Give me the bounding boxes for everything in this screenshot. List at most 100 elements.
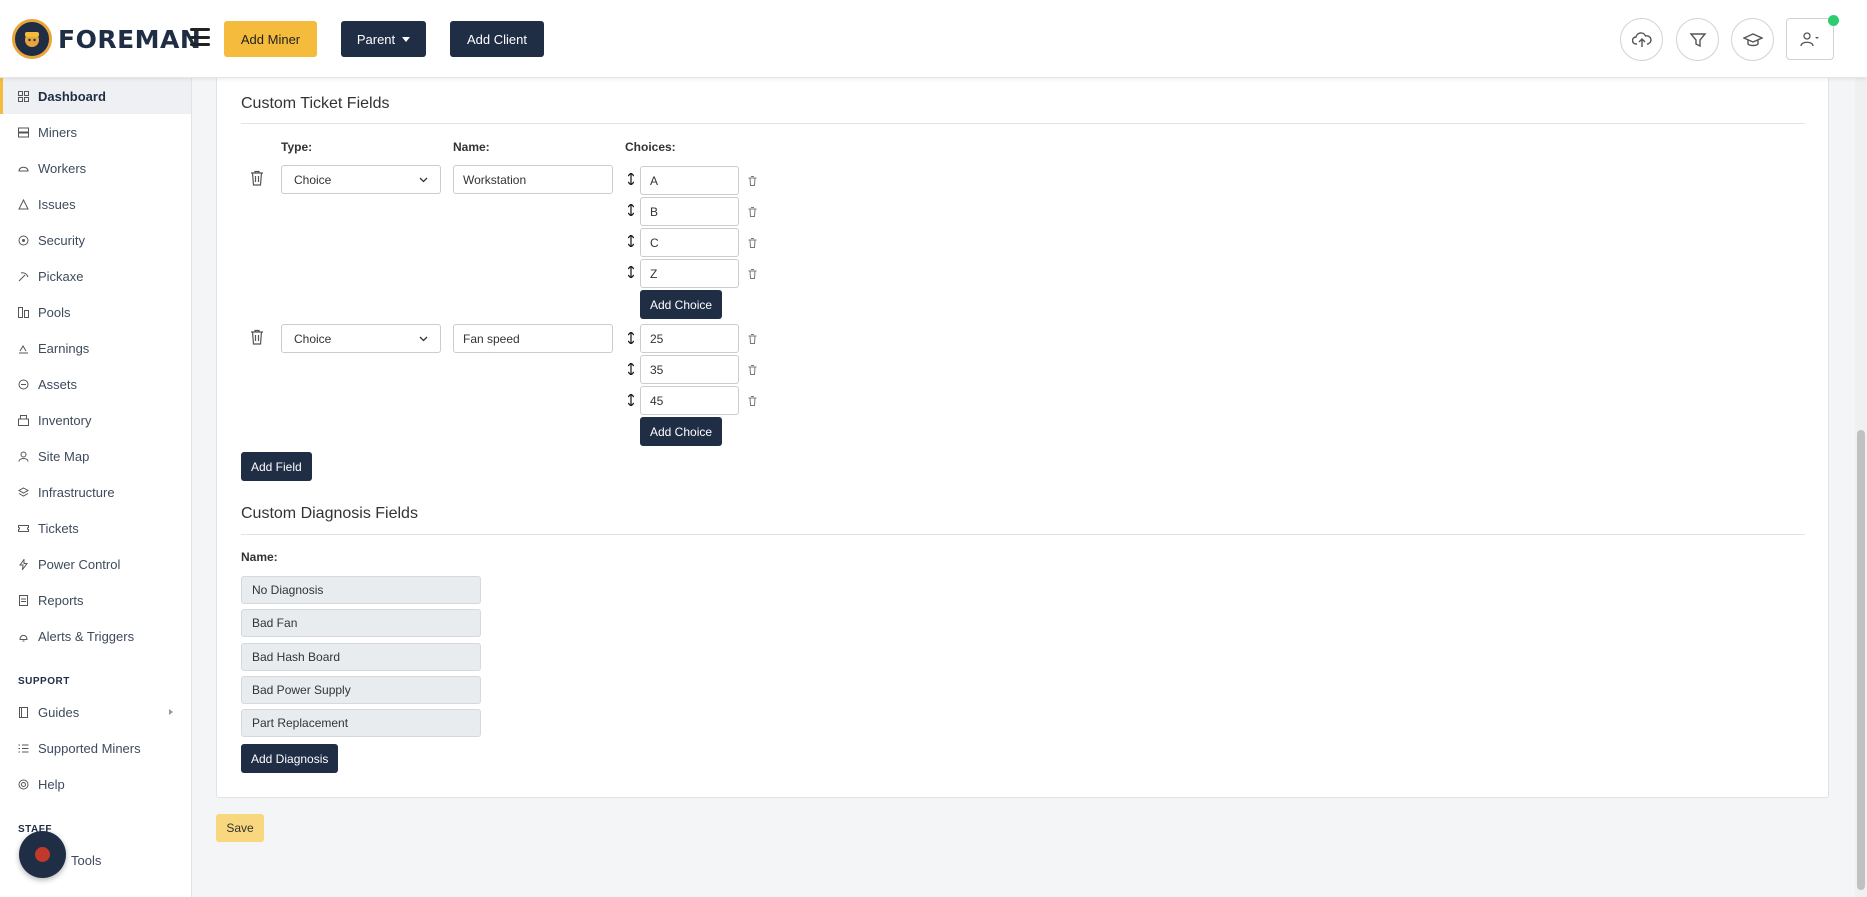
cloud-upload-icon xyxy=(1631,31,1652,47)
alert-icon xyxy=(18,631,38,642)
add-diagnosis-button[interactable]: Add Diagnosis xyxy=(241,744,339,773)
foreman-logo-icon xyxy=(12,19,52,59)
pools-icon xyxy=(18,306,38,318)
field-type-value: Choice xyxy=(294,172,332,187)
sidebar-item-guides[interactable]: Guides xyxy=(0,694,191,730)
drag-handle-icon[interactable] xyxy=(625,362,637,376)
diagnosis-input[interactable]: Bad Hash Board xyxy=(241,643,481,671)
delete-choice-trash-icon[interactable] xyxy=(746,206,758,218)
sidebar-item-label: Supported Miners xyxy=(38,740,141,756)
type-column-label: Type: xyxy=(281,140,313,154)
add-choice-button[interactable]: Add Choice xyxy=(640,417,723,446)
workers-icon xyxy=(18,163,38,174)
drag-handle-icon[interactable] xyxy=(625,393,637,407)
sidebar-item-miners[interactable]: Miners xyxy=(0,114,191,150)
delete-choice-trash-icon[interactable] xyxy=(746,268,758,280)
inventory-icon xyxy=(18,414,38,426)
sidebar-item-security[interactable]: Security xyxy=(0,222,191,258)
delete-choice-trash-icon[interactable] xyxy=(746,175,758,187)
divider xyxy=(241,534,1805,535)
save-button[interactable]: Save xyxy=(216,814,264,842)
drag-handle-icon[interactable] xyxy=(625,203,637,217)
sidebar-item-power-control[interactable]: Power Control xyxy=(0,546,191,582)
sidebar-item-label: Workers xyxy=(38,160,87,176)
parent-dropdown-button[interactable]: Parent xyxy=(341,21,426,57)
online-status-indicator xyxy=(1828,15,1839,26)
reports-icon xyxy=(18,594,38,606)
user-icon xyxy=(1800,32,1819,47)
sidebar-item-issues[interactable]: Issues xyxy=(0,186,191,222)
diagnosis-input[interactable]: Bad Fan xyxy=(241,609,481,637)
delete-choice-trash-icon[interactable] xyxy=(746,333,758,345)
field-name-input[interactable]: Workstation xyxy=(453,165,613,194)
add-choice-button[interactable]: Add Choice xyxy=(640,290,723,319)
add-client-button[interactable]: Add Client xyxy=(450,21,544,57)
sidebar-item-assets[interactable]: Assets xyxy=(0,366,191,402)
add-miner-button[interactable]: Add Miner xyxy=(224,21,317,57)
delete-choice-trash-icon[interactable] xyxy=(746,364,758,376)
sidebar-item-label: Earnings xyxy=(38,340,90,356)
choice-input[interactable]: 35 xyxy=(640,355,739,384)
divider xyxy=(241,123,1805,124)
sidebar-item-site-map[interactable]: Site Map xyxy=(0,438,191,474)
sidebar-item-earnings[interactable]: Earnings xyxy=(0,330,191,366)
sidebar-item-workers[interactable]: Workers xyxy=(0,150,191,186)
logo-text: FOREMAN xyxy=(58,24,202,54)
sidebar-item-label: Dashboard xyxy=(38,88,106,104)
chevron-right-icon xyxy=(169,709,173,715)
filter-button[interactable] xyxy=(1676,18,1719,61)
academy-button[interactable] xyxy=(1731,18,1774,61)
user-menu-button[interactable] xyxy=(1786,18,1834,60)
choice-input[interactable]: C xyxy=(640,228,739,257)
choice-input[interactable]: Z xyxy=(640,259,739,288)
sidebar-item-label: Inventory xyxy=(38,412,92,428)
sidebar-item-infrastructure[interactable]: Infrastructure xyxy=(0,474,191,510)
choice-input[interactable]: 25 xyxy=(640,324,739,353)
field-type-select[interactable]: Choice xyxy=(281,165,441,194)
sidebar-item-pickaxe[interactable]: Pickaxe xyxy=(0,258,191,294)
drag-handle-icon[interactable] xyxy=(625,331,637,345)
delete-field-trash-icon[interactable] xyxy=(248,328,266,346)
top-header: FOREMAN Add Miner Parent Add Client xyxy=(0,0,1867,78)
sidebar: Dashboard Miners Workers Issues Security… xyxy=(0,78,192,897)
sidebar-item-label: Pickaxe xyxy=(38,268,84,284)
menu-toggle-icon[interactable] xyxy=(190,28,210,46)
field-type-select[interactable]: Choice xyxy=(281,324,441,353)
add-field-button[interactable]: Add Field xyxy=(241,452,312,481)
pickaxe-icon xyxy=(18,271,38,282)
sidebar-item-supported-miners[interactable]: Supported Miners xyxy=(0,730,191,766)
sidebar-item-help[interactable]: Help xyxy=(0,766,191,802)
sidebar-item-inventory[interactable]: Inventory xyxy=(0,402,191,438)
sidebar-item-alerts-triggers[interactable]: Alerts & Triggers xyxy=(0,618,191,654)
sidebar-item-label: Help xyxy=(38,776,65,792)
delete-choice-trash-icon[interactable] xyxy=(746,395,758,407)
diagnosis-input[interactable]: No Diagnosis xyxy=(241,576,481,604)
site-map-icon xyxy=(18,451,38,462)
sidebar-item-dashboard[interactable]: Dashboard xyxy=(0,78,191,114)
choice-input[interactable]: A xyxy=(640,166,739,195)
choice-input[interactable]: B xyxy=(640,197,739,226)
field-name-input[interactable]: Fan speed xyxy=(453,324,613,353)
parent-label: Parent xyxy=(356,31,396,47)
scrollbar-thumb[interactable] xyxy=(1857,430,1865,890)
drag-handle-icon[interactable] xyxy=(625,265,637,279)
choice-input[interactable]: 45 xyxy=(640,386,739,415)
cloud-upload-button[interactable] xyxy=(1620,18,1663,61)
layers-icon xyxy=(18,486,38,498)
chat-widget-button[interactable] xyxy=(19,831,66,878)
drag-handle-icon[interactable] xyxy=(625,172,637,186)
delete-choice-trash-icon[interactable] xyxy=(746,237,758,249)
sidebar-item-tickets[interactable]: Tickets xyxy=(0,510,191,546)
earnings-icon xyxy=(18,343,38,354)
guides-icon xyxy=(18,706,38,718)
sidebar-item-label: Security xyxy=(38,232,85,248)
foreman-logo[interactable]: FOREMAN xyxy=(12,18,201,60)
diagnosis-input[interactable]: Part Replacement xyxy=(241,709,481,737)
sidebar-item-pools[interactable]: Pools xyxy=(0,294,191,330)
drag-handle-icon[interactable] xyxy=(625,234,637,248)
sidebar-item-label: Miners xyxy=(38,124,78,140)
sidebar-item-label: Alerts & Triggers xyxy=(38,628,135,644)
sidebar-item-reports[interactable]: Reports xyxy=(0,582,191,618)
delete-field-trash-icon[interactable] xyxy=(248,169,266,187)
diagnosis-input[interactable]: Bad Power Supply xyxy=(241,676,481,704)
